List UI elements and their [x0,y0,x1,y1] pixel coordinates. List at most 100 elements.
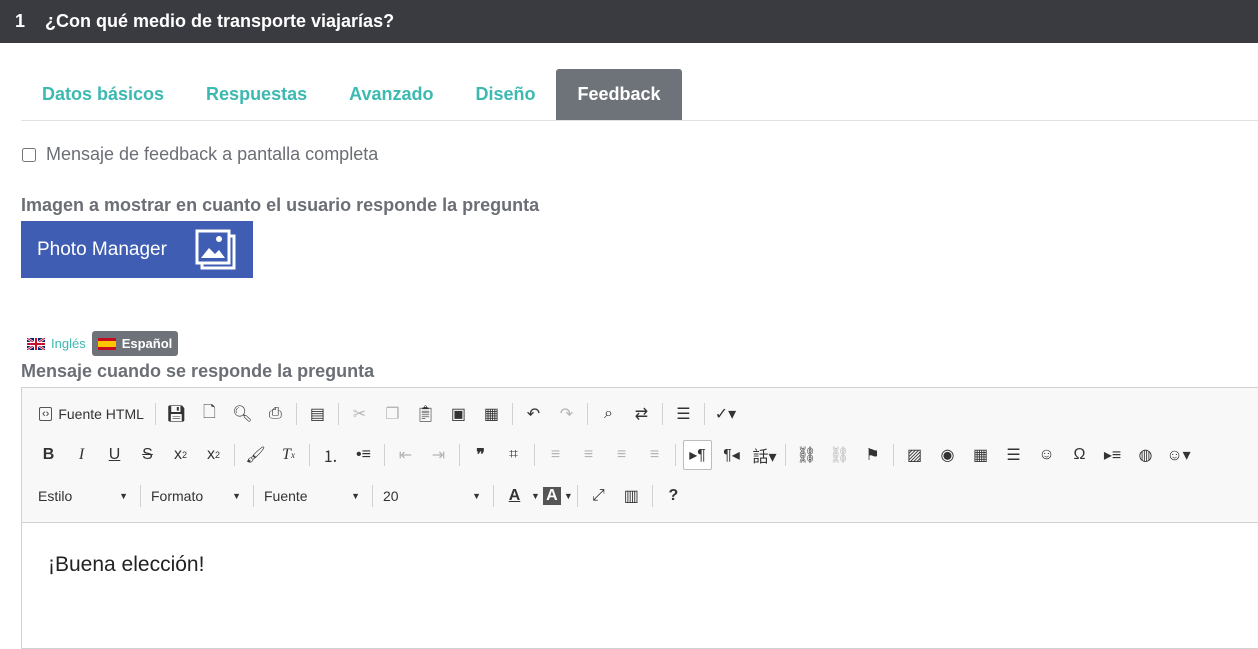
editor-toolbar: ‹› Fuente HTML 💾︎ 🗋 🔍︎ ⎙ ▤ ✂ ❐ 📋︎ ▣ ▦ ↶ ↷… [22,388,1258,523]
paste-icon[interactable]: 📋︎ [412,400,439,428]
select-all-icon[interactable]: ☰ [670,400,697,428]
help-button[interactable]: ? [660,482,687,510]
toolbar-separator [234,444,235,466]
justify-icon[interactable]: ≡ [641,441,668,469]
editor-content[interactable]: ¡Buena elección! [22,523,1258,577]
spain-flag-icon [97,337,116,350]
redo-icon[interactable]: ↷ [553,400,580,428]
tab-bar: Datos básicos Respuestas Avanzado Diseño… [21,69,1258,121]
table-icon[interactable]: ▦ [967,441,994,469]
question-title: ¿Con qué medio de transporte viajarías? [45,11,395,31]
source-html-label: Fuente HTML [58,406,144,422]
flash-icon[interactable]: ◉ [934,441,961,469]
toolbar-row-2: B I U S x2 x2 🖌︎ Tx ⒈ •≡ ⇤ ⇥ ❞ ⌗ ≡ ≡ ≡ ≡… [32,438,1195,472]
background-color-arrow[interactable]: ▼ [564,482,573,510]
subscript-button[interactable]: x2 [167,441,194,469]
strikethrough-button[interactable]: S [134,441,161,469]
print-icon[interactable]: ⎙ [262,400,289,428]
templates-icon[interactable]: ▤ [304,400,331,428]
format-dropdown-label: Formato [151,488,204,504]
copy-format-icon[interactable]: 🖌︎ [242,441,269,469]
paste-text-icon[interactable]: ▣ [445,400,472,428]
fullscreen-feedback-row: Mensaje de feedback a pantalla completa [21,144,378,165]
language-spanish-label: Español [121,336,173,351]
format-dropdown[interactable]: Formato ▼ [145,482,247,510]
toolbar-separator [675,444,676,466]
horizontal-rule-icon[interactable]: ☰ [1000,441,1027,469]
chevron-down-icon: ▼ [119,491,128,501]
toolbar-separator [586,403,588,425]
blockquote-icon[interactable]: ❞ [467,441,494,469]
emoji-icon[interactable]: ☺▾ [1165,441,1192,469]
smiley-icon[interactable]: ☺ [1033,441,1060,469]
special-char-icon[interactable]: Ω [1066,441,1093,469]
tab-diseno[interactable]: Diseño [454,69,556,120]
div-container-icon[interactable]: ⌗ [500,441,527,469]
remove-format-mark: x [290,450,295,460]
message-section-label: Mensaje cuando se responde la pregunta [21,361,375,381]
photo-gallery-icon [195,229,236,270]
tab-respuestas[interactable]: Respuestas [185,69,328,120]
paste-word-icon[interactable]: ▦ [478,400,505,428]
align-left-icon[interactable]: ≡ [542,441,569,469]
language-english-label: Inglés [51,336,86,351]
show-blocks-icon[interactable]: ▥ [618,482,645,510]
toolbar-row-3: Estilo ▼ Formato ▼ Fuente ▼ 20 ▼ A ▼ A ▼ ⤢ ▥… [32,479,690,513]
fullscreen-feedback-checkbox[interactable] [22,147,36,162]
new-page-icon[interactable]: 🗋 [196,400,223,428]
language-icon[interactable]: 話▾ [751,441,778,469]
maximize-icon[interactable]: ⤢ [585,482,612,510]
language-english[interactable]: Inglés [23,331,90,356]
question-header: 1 ¿Con qué medio de transporte viajarías… [0,0,1258,43]
bold-button[interactable]: B [35,441,62,469]
underline-button[interactable]: U [101,441,128,469]
bulleted-list-icon[interactable]: •≡ [350,441,377,469]
language-spanish[interactable]: Español [91,331,179,356]
font-size-dropdown-label: 20 [383,488,399,504]
background-color-button[interactable]: A [542,487,561,505]
photo-manager-button[interactable]: Photo Manager [21,221,253,278]
text-color-arrow[interactable]: ▼ [531,482,540,510]
subscript-base: x [173,446,182,463]
link-icon[interactable]: ⛓ [793,441,820,469]
font-dropdown[interactable]: Fuente ▼ [258,482,366,510]
toolbar-separator [493,485,494,507]
style-dropdown-label: Estilo [38,488,73,504]
iframe-globe-icon[interactable]: ◍ [1132,441,1159,469]
toolbar-separator [511,403,513,425]
tab-feedback[interactable]: Feedback [556,69,682,120]
numbered-list-icon[interactable]: ⒈ [317,441,344,469]
tab-avanzado[interactable]: Avanzado [328,69,454,120]
image-icon[interactable]: ▨ [901,441,928,469]
anchor-flag-icon[interactable]: ⚑ [859,441,886,469]
source-html-button[interactable]: ‹› Fuente HTML [35,400,148,428]
toolbar-separator [309,444,310,466]
align-right-icon[interactable]: ≡ [608,441,635,469]
unlink-icon[interactable]: ⛓ [826,441,853,469]
text-direction-ltr-icon[interactable]: ▸¶ [683,440,712,470]
image-section-label: Imagen a mostrar en cuanto el usuario re… [21,195,540,215]
style-dropdown[interactable]: Estilo ▼ [32,482,134,510]
align-center-icon[interactable]: ≡ [575,441,602,469]
outdent-icon[interactable]: ⇤ [392,441,419,469]
remove-format-button[interactable]: Tx [275,441,302,469]
copy-icon[interactable]: ❐ [379,400,406,428]
indent-icon[interactable]: ⇥ [425,441,452,469]
font-size-dropdown[interactable]: 20 ▼ [377,482,487,510]
page-break-icon[interactable]: ▸≡ [1099,441,1126,469]
tab-datos-basicos[interactable]: Datos básicos [21,69,185,120]
superscript-button[interactable]: x2 [200,441,227,469]
save-icon[interactable]: 💾︎ [163,400,190,428]
text-color-button[interactable]: A [501,482,528,510]
toolbar-separator [154,403,156,425]
preview-icon[interactable]: 🔍︎ [229,400,256,428]
uk-flag-icon [27,337,45,350]
find-icon[interactable]: ⌕ [595,400,622,428]
cut-icon[interactable]: ✂ [346,400,373,428]
undo-icon[interactable]: ↶ [520,400,547,428]
spellcheck-icon[interactable]: ✓▾ [712,400,739,428]
chevron-down-icon: ▼ [472,491,481,501]
italic-button[interactable]: I [68,441,95,469]
replace-icon[interactable]: ⇄ [628,400,655,428]
text-direction-rtl-icon[interactable]: ¶◂ [718,441,745,469]
